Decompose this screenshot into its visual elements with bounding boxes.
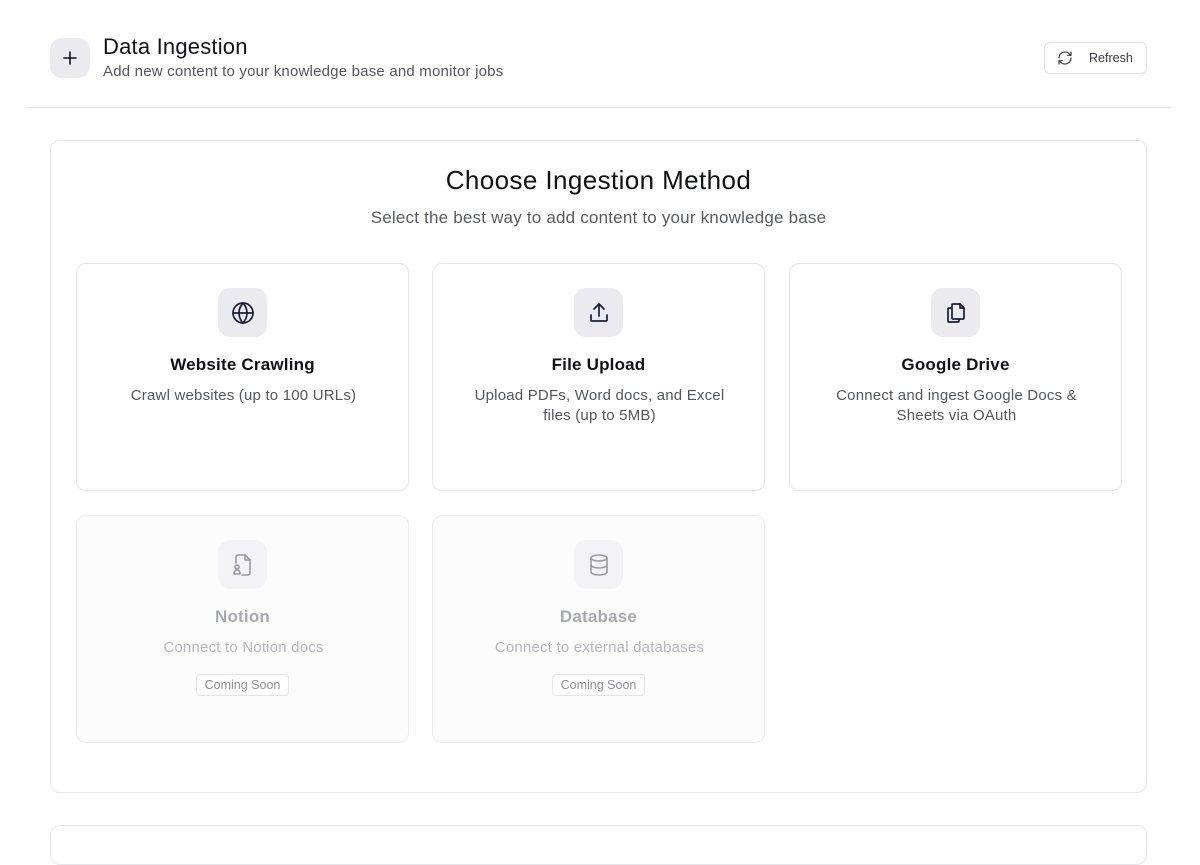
method-title: Notion [214, 607, 270, 626]
method-description: Connect to external databases [494, 639, 705, 656]
jobs-panel [50, 825, 1147, 865]
refresh-icon [1057, 50, 1073, 66]
method-title: File Upload [551, 355, 646, 374]
method-description: Connect to Notion docs [163, 639, 324, 656]
method-title: Website Crawling [170, 355, 315, 374]
method-title: Google Drive [901, 355, 1010, 374]
page-subtitle: Add new content to your knowledge base a… [103, 63, 504, 80]
coming-soon-badge: Coming Soon [195, 674, 290, 696]
method-card-database: Database Connect to external databases C… [432, 515, 765, 743]
plus-icon [50, 38, 90, 78]
copy-files-icon [931, 288, 980, 337]
ingestion-method-panel: Choose Ingestion Method Select the best … [50, 140, 1147, 793]
refresh-button[interactable]: Refresh [1044, 42, 1147, 74]
refresh-label: Refresh [1089, 51, 1133, 65]
method-title: Database [559, 607, 638, 626]
method-description: Upload PDFs, Word docs, and Excel files … [474, 387, 725, 424]
method-card-file-upload[interactable]: File Upload Upload PDFs, Word docs, and … [432, 263, 765, 491]
page-title: Data Ingestion [103, 34, 248, 59]
method-description: Crawl websites (up to 100 URLs) [130, 387, 357, 404]
method-card-google-drive[interactable]: Google Drive Connect and ingest Google D… [789, 263, 1122, 491]
panel-title: Choose Ingestion Method [445, 165, 752, 195]
upload-icon [574, 288, 623, 337]
method-description: Connect and ingest Google Docs & Sheets … [836, 387, 1077, 424]
method-card-notion: Notion Connect to Notion docs Coming Soo… [76, 515, 409, 743]
method-card-website-crawling[interactable]: Website Crawling Crawl websites (up to 1… [76, 263, 409, 491]
file-user-icon [218, 540, 267, 589]
database-icon [574, 540, 623, 589]
globe-icon [218, 288, 267, 337]
page-header: Data Ingestion Add new content to your k… [26, 0, 1171, 108]
panel-subtitle: Select the best way to add content to yo… [370, 208, 827, 227]
coming-soon-badge: Coming Soon [551, 674, 646, 696]
